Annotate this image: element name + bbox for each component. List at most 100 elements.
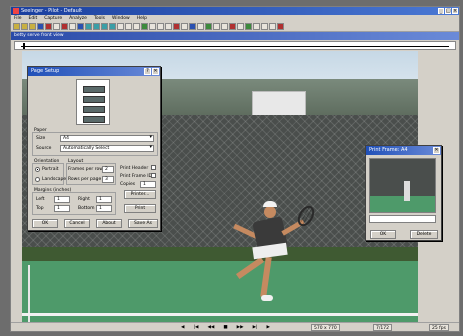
go-end-icon[interactable]: ▶| <box>253 323 258 332</box>
frames-per-row-label: Frames per row <box>68 167 103 172</box>
folder-icon[interactable] <box>29 23 36 30</box>
menu-analyze[interactable]: Analyze <box>69 15 87 22</box>
step-back-icon[interactable]: ◀ <box>181 323 184 332</box>
print-button[interactable]: Print <box>124 204 156 213</box>
timeline-thumb[interactable] <box>23 43 25 49</box>
print-frame-close-button[interactable]: ✕ <box>433 147 440 154</box>
size-label: Size <box>36 136 46 141</box>
camera-icon[interactable] <box>197 23 204 30</box>
frame-rate: 25 fps <box>429 324 449 331</box>
menu-edit[interactable]: Edit <box>29 15 38 22</box>
save-as-button[interactable]: Save As <box>128 219 158 228</box>
document-tab[interactable]: betty serve front view <box>11 32 459 40</box>
play-forward-icon[interactable]: ▶ <box>267 323 270 332</box>
timeline-scrubber[interactable] <box>14 41 456 50</box>
thumbnail-court <box>370 196 435 212</box>
page-setup-dialog: Page Setup ? ✕ Paper Size A4 Source Auto… <box>27 66 161 231</box>
frames-per-row-input[interactable]: 2 <box>102 166 114 173</box>
rows-per-page-input[interactable]: 3 <box>102 176 114 183</box>
minimize-button[interactable]: _ <box>438 8 444 14</box>
playback-controls: ◀ |◀ ◀◀ ■ ▶▶ ▶| ▶ <box>181 323 270 332</box>
preview-frame <box>83 86 105 93</box>
grid-icon[interactable] <box>85 23 92 30</box>
printer-button[interactable]: Printer... <box>124 190 156 199</box>
settings-icon[interactable] <box>213 23 220 30</box>
copies-input[interactable]: 1 <box>140 181 156 188</box>
page-setup-title: Page Setup <box>31 68 60 74</box>
menu-window[interactable]: Window <box>112 15 130 22</box>
video-bushes <box>22 247 418 261</box>
bottom-margin-input[interactable]: 1 <box>96 205 112 212</box>
redo-icon[interactable] <box>269 23 276 30</box>
close-window-button[interactable]: × <box>452 8 458 14</box>
menu-file[interactable]: File <box>14 15 22 22</box>
print-frame-caption-field[interactable] <box>369 215 436 223</box>
tile-icon[interactable] <box>109 23 116 30</box>
record-icon[interactable] <box>45 23 52 30</box>
print-header-label: Print Header <box>120 166 149 171</box>
top-margin-input[interactable]: 1 <box>54 205 70 212</box>
menu-capture[interactable]: Capture <box>44 15 62 22</box>
arrow-icon[interactable] <box>229 23 236 30</box>
measure-icon[interactable] <box>141 23 148 30</box>
stop-icon[interactable]: ■ <box>223 323 227 332</box>
menu-help[interactable]: Help <box>137 15 147 22</box>
hand-icon[interactable] <box>133 23 140 30</box>
print-frame-id-checkbox[interactable] <box>151 173 156 178</box>
right-margin-input[interactable]: 1 <box>96 196 112 203</box>
tennis-player <box>227 201 318 321</box>
source-select[interactable]: Automatically Select <box>60 145 154 152</box>
circle-icon[interactable] <box>165 23 172 30</box>
cut-icon[interactable] <box>69 23 76 30</box>
fill-icon[interactable] <box>245 23 252 30</box>
print-frame-thumbnail <box>369 158 436 213</box>
source-label: Source <box>36 146 52 151</box>
new-icon[interactable] <box>13 23 20 30</box>
help-button[interactable]: ? <box>144 68 151 75</box>
zoom-icon[interactable] <box>117 23 124 30</box>
undo-icon[interactable] <box>261 23 268 30</box>
copy-icon[interactable] <box>77 23 84 30</box>
preview-frame <box>83 96 105 103</box>
page-preview <box>76 79 110 125</box>
timeline-track <box>21 46 449 47</box>
landscape-radio[interactable] <box>35 177 40 182</box>
eraser-icon[interactable] <box>253 23 260 30</box>
cancel-button[interactable]: Cancel <box>64 219 90 228</box>
flag-icon[interactable] <box>61 23 68 30</box>
save-icon[interactable] <box>37 23 44 30</box>
maximize-button[interactable]: □ <box>445 8 451 14</box>
play-icon[interactable] <box>53 23 60 30</box>
pointer-icon[interactable] <box>125 23 132 30</box>
layout-icon[interactable] <box>93 23 100 30</box>
print-frame-delete-button[interactable]: Delete <box>410 230 438 239</box>
app-title: Seeinger - Pilot - Default <box>21 8 83 14</box>
size-select[interactable]: A4 <box>60 135 154 142</box>
portrait-radio[interactable] <box>35 167 40 172</box>
close-button[interactable]: ✕ <box>152 68 159 75</box>
text-icon[interactable] <box>181 23 188 30</box>
go-start-icon[interactable]: |◀ <box>193 323 198 332</box>
rectangle-icon[interactable] <box>237 23 244 30</box>
frame-position: 7/172 <box>373 324 392 331</box>
left-margin-input[interactable]: 1 <box>54 196 70 203</box>
info-icon[interactable] <box>277 23 284 30</box>
print-icon[interactable] <box>189 23 196 30</box>
thumbnail-player <box>404 181 410 201</box>
open-icon[interactable] <box>21 23 28 30</box>
copies-label: Copies <box>120 182 136 187</box>
print-frame-ok-button[interactable]: OK <box>370 230 396 239</box>
menu-tools[interactable]: Tools <box>94 15 105 22</box>
line-icon[interactable] <box>157 23 164 30</box>
fast-forward-icon[interactable]: ▶▶ <box>237 323 244 332</box>
print-header-checkbox[interactable] <box>151 165 156 170</box>
angle-icon[interactable] <box>149 23 156 30</box>
ok-button[interactable]: OK <box>32 219 58 228</box>
pen-icon[interactable] <box>221 23 228 30</box>
about-button[interactable]: About <box>96 219 122 228</box>
marker-icon[interactable] <box>173 23 180 30</box>
rewind-icon[interactable]: ◀◀ <box>207 323 214 332</box>
split-icon[interactable] <box>101 23 108 30</box>
export-icon[interactable] <box>205 23 212 30</box>
portrait-label: Portrait <box>42 167 59 172</box>
